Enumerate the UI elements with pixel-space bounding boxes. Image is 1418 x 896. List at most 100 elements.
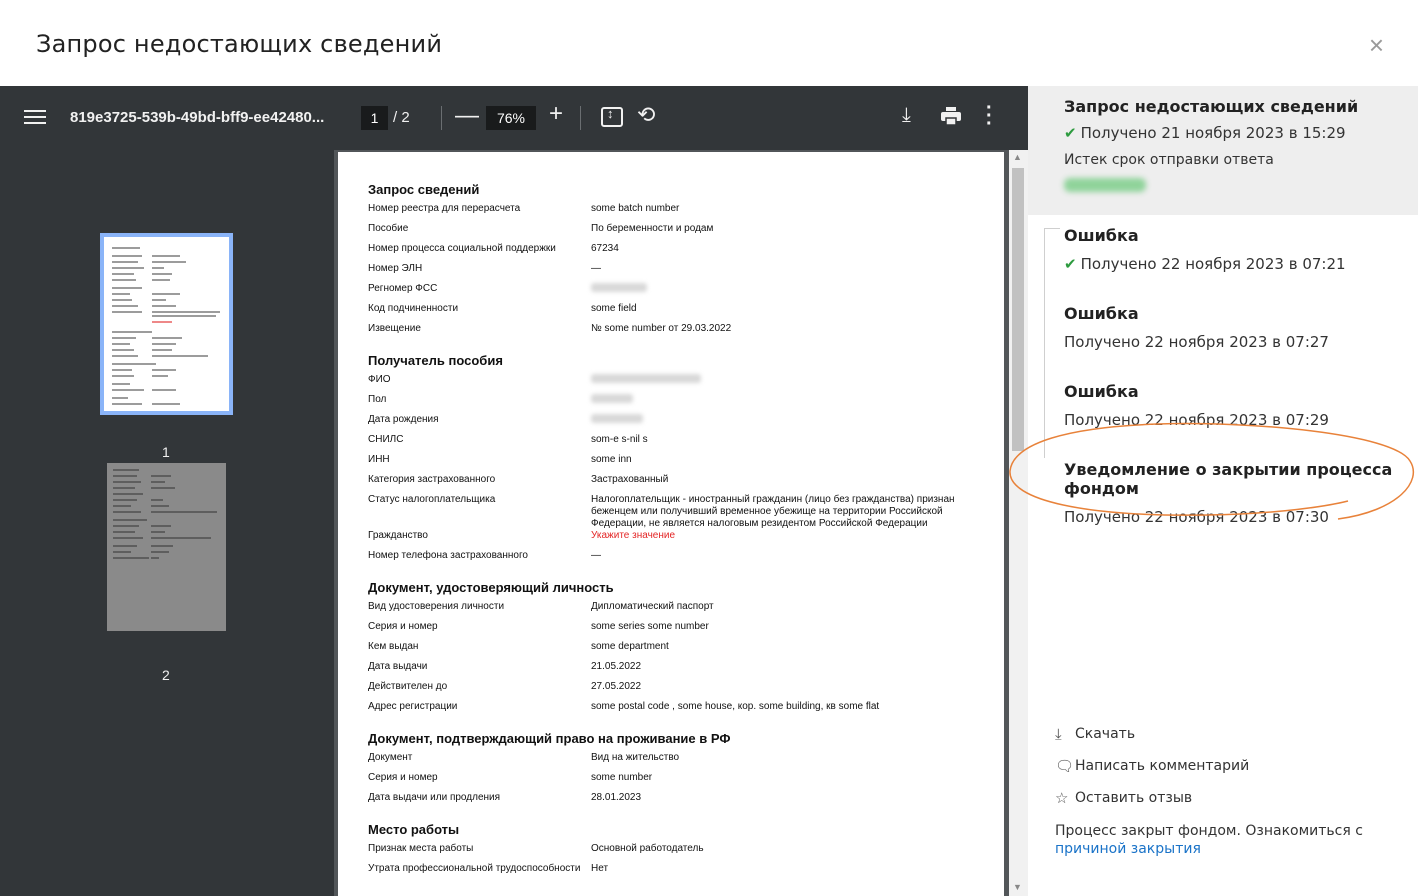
history-item-1[interactable]: Запрос недостающих сведений ✔ Получено 21… [1064,97,1358,197]
pdf-field-row: Действителен до 27.05.2022 [368,681,988,701]
pdf-field-value: some inn [591,454,632,465]
pdf-field-row: Вид удостоверения личности Дипломатически… [368,601,988,621]
pdf-field-label: ИНН [368,454,390,465]
pdf-field-label: Номер ЭЛН [368,263,423,274]
redacted-value [591,374,701,383]
pdf-field-value: some series some number [591,621,709,632]
closure-reason-link[interactable]: причиной закрытия [1055,841,1201,857]
fit-page-icon[interactable] [601,106,623,127]
pdf-field-label: Действителен до [368,681,448,692]
toolbar-divider [580,106,581,130]
pdf-section-title: Запрос сведений [368,182,480,197]
scroll-up-icon[interactable]: ▲ [1013,152,1022,162]
pdf-field-value [591,414,961,434]
history-item-title: Ошибка [1064,226,1139,245]
pdf-field-row: СНИЛС som-e s-nil s [368,434,988,454]
pdf-field-label: Номер процесса социальной поддержки [368,243,556,254]
pdf-field-row: Пол [368,394,988,414]
menu-icon[interactable] [24,106,46,128]
pdf-field-label: Номер реестра для перерасчета [368,203,521,214]
page-total: / 2 [393,109,410,126]
pdf-section-title: Получатель пособия [368,353,503,368]
page-number-input[interactable]: 1 [361,106,388,130]
closed-note: Процесс закрыт фондом. Ознакомиться с пр… [1055,822,1385,858]
pdf-field-row: Дата выдачи 21.05.2022 [368,661,988,681]
pdf-field-row: Номер процесса социальной поддержки 67234 [368,243,988,263]
pdf-field-label: Извещение [368,323,421,334]
comment-button[interactable]: 🗨 Написать комментарий [1055,750,1385,782]
pdf-field-row: ФИО [368,374,988,394]
pdf-field-row: Серия и номер some number [368,772,988,792]
download-button[interactable]: ⤓ Скачать [1055,718,1385,750]
check-icon: ✔ [1064,255,1077,273]
pdf-toolbar: 819e3725-539b-49bd-bff9-ee42480... 1 / 2… [0,86,1028,150]
pdf-field-label: СНИЛС [368,434,404,445]
history-item-note: Истек срок отправки ответа [1064,152,1274,168]
check-icon: ✔ [1064,124,1077,142]
pdf-field-value: some number [591,772,653,783]
pdf-field-row: Документ Вид на жительство [368,752,988,772]
pdf-viewer: 819e3725-539b-49bd-bff9-ee42480... 1 / 2… [0,86,1028,896]
scrollbar-thumb[interactable] [1012,168,1024,451]
history-panel: Запрос недостающих сведений ✔ Получено 21… [1009,86,1418,896]
timeline-line [1044,228,1060,229]
pdf-field-row: Гражданство Укажите значение [368,530,988,550]
pdf-section-title: Документ, удостоверяющий личность [368,580,614,595]
close-icon[interactable]: × [1369,30,1384,61]
pdf-field-label: Гражданство [368,530,428,541]
zoom-input[interactable]: 76% [486,106,536,130]
review-button[interactable]: ☆ Оставить отзыв [1055,782,1385,814]
pdf-field-label: Пособие [368,223,409,234]
pdf-field-value [591,374,961,394]
pdf-field-value [591,283,961,303]
pdf-field-label: Пол [368,394,387,405]
history-item-title: Запрос недостающих сведений [1064,97,1359,116]
pdf-field-row: Номер ЭЛН — [368,263,988,283]
redacted-value [591,414,643,423]
pdf-field-label: Статус налогоплательщика [368,494,496,505]
thumbnail-label-2: 2 [162,667,170,683]
pdf-field-row: Номер телефона застрахованного — [368,550,988,570]
history-item-2[interactable]: Ошибка ✔ Получено 22 ноября 2023 в 07:21 [1064,226,1346,273]
pdf-page: Запрос сведений Номер реестра для перерас… [338,152,1004,896]
pdf-field-label: Утрата профессиональной трудоспособности [368,863,581,874]
pdf-field-row: Утрата профессиональной трудоспособности… [368,863,988,883]
star-icon: ☆ [1055,789,1069,807]
pdf-field-label: Документ [368,752,413,763]
pdf-field-row: Адрес регистрации some postal code , some… [368,701,988,721]
status-badge [1064,178,1146,192]
history-item-date: Получено 21 ноября 2023 в 15:29 [1080,124,1346,142]
page-thumbnail-2[interactable] [107,463,226,631]
pdf-field-value: — [591,263,601,274]
pdf-field-label: Признак места работы [368,843,474,854]
thumbnail-sidebar: 1 2 [0,150,334,896]
pdf-field-value: some department [591,641,669,652]
pdf-section-title: Документ, подтверждающий право на прожив… [368,731,731,746]
highlight-ellipse [1009,422,1415,520]
pdf-field-value: som-e s-nil s [591,434,648,445]
download-icon[interactable]: ⤓ [902,104,911,127]
pdf-field-row: Извещение № some number от 29.03.2022 [368,323,988,343]
redacted-value [591,394,633,403]
pdf-field-value: Укажите значение [591,530,676,541]
pdf-field-label: Дата выдачи или продления [368,792,501,803]
pdf-field-row: Номер реестра для перерасчета some batch … [368,203,988,223]
pdf-field-row: Категория застрахованного Застрахованный [368,474,988,494]
comment-icon: 🗨 [1055,757,1075,775]
zoom-in-icon[interactable]: + [549,100,563,128]
zoom-out-icon[interactable]: — [455,102,479,130]
pdf-field-label: Кем выдан [368,641,419,652]
pdf-field-value: Нет [591,863,609,874]
history-item-3[interactable]: Ошибка Получено 22 ноября 2023 в 07:27 [1064,304,1329,351]
print-icon[interactable] [941,107,961,125]
pdf-field-label: Вид удостоверения личности [368,601,505,612]
page-thumbnail-1[interactable] [100,233,233,415]
thumbnail-label-1: 1 [162,444,170,460]
pdf-field-value: Вид на жительство [591,752,680,763]
pdf-field-value: Застрахованный [591,474,669,485]
more-options-icon[interactable]: · · · [986,98,993,134]
pdf-field-row: Дата рождения [368,414,988,434]
pdf-field-row: Пособие По беременности и родам [368,223,988,243]
scroll-down-icon[interactable]: ▼ [1013,882,1022,892]
rotate-icon[interactable]: ⟲ [637,102,655,128]
